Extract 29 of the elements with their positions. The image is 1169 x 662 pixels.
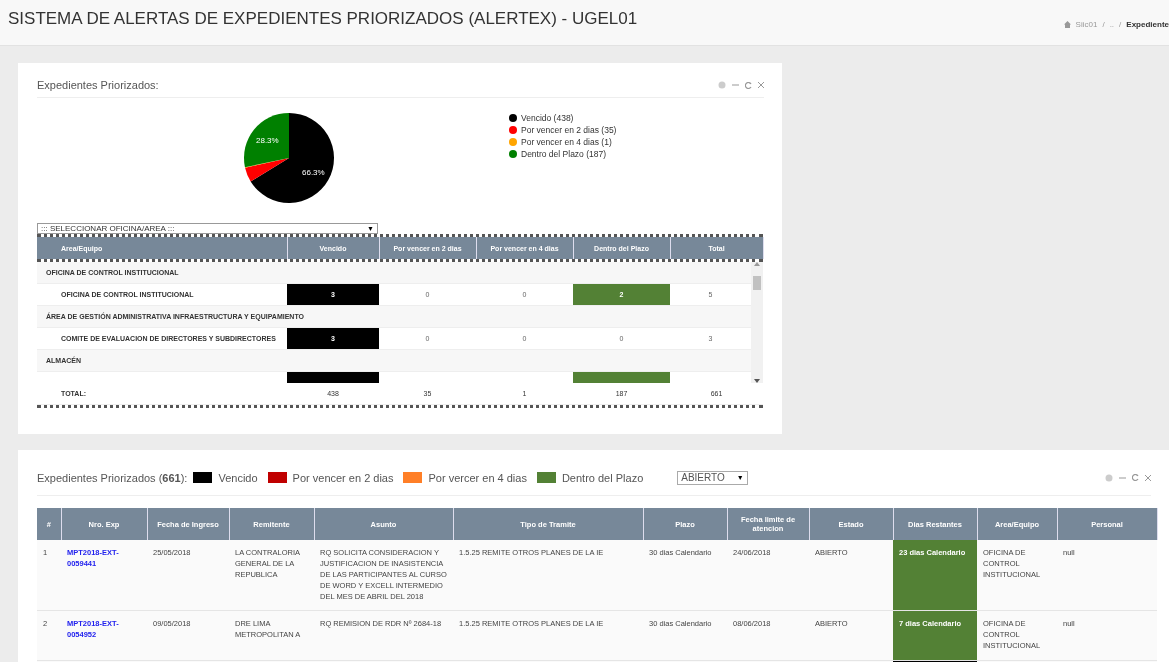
scroll-down-icon[interactable]: [754, 379, 760, 383]
page-title: SISTEMA DE ALERTAS DE EXPEDIENTES PRIORIZADOS (ALERTEX) - UGEL01: [8, 9, 638, 29]
settings-icon[interactable]: [1105, 473, 1113, 482]
close-icon[interactable]: [1145, 474, 1151, 481]
home-icon[interactable]: [1063, 21, 1071, 28]
panel-title: Expedientes Priorizados:: [37, 79, 159, 91]
legend-label: Vencido (438): [521, 113, 574, 123]
legend-label: Por vencer en 2 dias (35): [521, 125, 617, 135]
minimize-icon[interactable]: [1119, 474, 1126, 481]
legend-label: Vencido: [218, 471, 258, 484]
legend-label: Por vercer en 4 dias: [428, 471, 527, 484]
refresh-icon[interactable]: [1132, 474, 1139, 481]
slice-label: 28.3%: [256, 136, 279, 146]
close-icon[interactable]: [758, 82, 764, 88]
slice-label: 66.3%: [302, 167, 325, 177]
legend-label: Por vencer en 4 dias (1): [521, 137, 612, 147]
scrollbar[interactable]: [751, 262, 763, 383]
breadcrumb-item: Expediente: [1126, 20, 1169, 29]
legend-label: Dentro del Plazo (187): [521, 149, 607, 159]
scroll-thumb[interactable]: [753, 276, 761, 290]
breadcrumb-separator: /: [1102, 20, 1105, 29]
refresh-icon[interactable]: [745, 81, 752, 89]
minimize-icon[interactable]: [732, 82, 739, 88]
legend-label: Por vencer en 2 dias: [292, 471, 394, 484]
breadcrumb-separator: /: [1119, 20, 1122, 29]
scroll-up-icon[interactable]: [754, 262, 760, 266]
panel-title: Expedientes Priorizados (661):: [37, 471, 188, 484]
settings-icon[interactable]: [718, 81, 726, 89]
legend-label: Dentro del Plazo: [561, 471, 644, 484]
